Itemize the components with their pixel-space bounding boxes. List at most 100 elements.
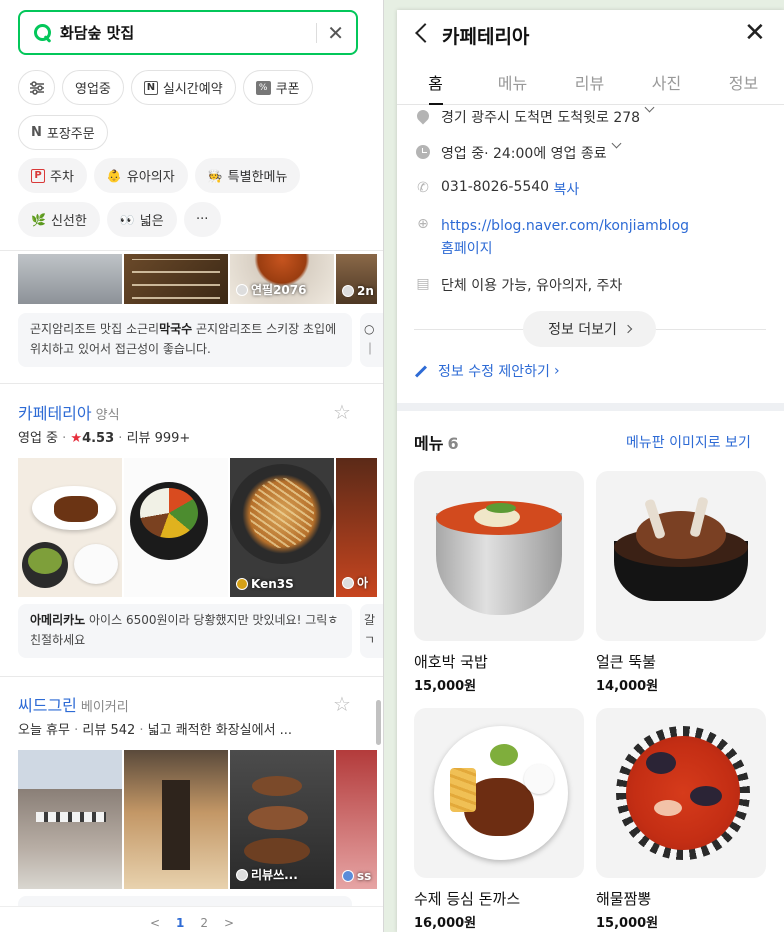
snippet-lead: 곤지암리조트 맛집 소근리 — [30, 322, 160, 336]
place-photo[interactable] — [124, 750, 228, 889]
review-snippet-next[interactable]: ○ ｜ — [360, 313, 383, 367]
results-scrollbar[interactable] — [376, 700, 381, 745]
place-name-link[interactable]: 카페테리아 양식 — [18, 400, 120, 424]
facilities-text: 단체 이용 가능, 유아의자, 주차 — [441, 278, 623, 294]
close-icon[interactable]: ✕ — [744, 20, 766, 46]
photo-credit: ss — [342, 869, 371, 883]
menu-photo — [596, 708, 766, 878]
star-icon: ★ — [70, 431, 83, 446]
menu-item[interactable]: 수제 등심 돈까스 16,000원 — [414, 708, 584, 931]
filter-label: 포장주문 — [46, 127, 95, 142]
menu-item[interactable]: 얼큰 뚝불 14,000원 — [596, 471, 766, 694]
photo-credit: 연필2076 — [236, 281, 306, 298]
filter-settings-button[interactable] — [18, 70, 55, 105]
filter-row-1: 영업중 N 실시간예약 % 쿠폰 — [18, 70, 368, 105]
search-results-panel: 화담숲 맛집 ✕ 영업중 N 실시간예약 % 쿠폰 N 포장주문 P 주차 👶 유아의자 … — [0, 0, 384, 932]
next-page-button[interactable]: > — [224, 916, 234, 932]
filter-spacious[interactable]: 👀 넓은 — [106, 202, 177, 237]
place-photo[interactable]: 2n — [336, 254, 377, 304]
address-row[interactable]: 경기 광주시 도척면 도척윗로 278 — [414, 102, 655, 127]
filter-row-4: 🌿 신선한 👀 넓은 ··· — [18, 202, 368, 237]
clear-icon[interactable]: ✕ — [327, 23, 344, 43]
page-2-button[interactable]: 2 — [200, 916, 208, 932]
website-url-link[interactable]: https://blog.naver.com/konjiamblog — [441, 215, 689, 238]
place-detail-panel: 카페테리아 ✕ 홈 메뉴 리뷰 사진 정보 경기 광주시 도척면 도척윗로 27… — [397, 10, 784, 932]
hours-row[interactable]: 영업 중 · 24:00에 영업 종료 — [414, 138, 622, 163]
divider — [0, 383, 383, 384]
more-info-button[interactable]: 정보 더보기 — [523, 311, 656, 347]
photo-strip: 리뷰쓰... ss — [18, 750, 377, 889]
place-photo[interactable]: Ken3S — [230, 458, 334, 597]
copy-phone-button[interactable]: 복사 — [554, 179, 580, 199]
review-snippet[interactable]: 아메리카노 아이스 6500원이라 당황했지만 맛있네요! 그릭ㅎ 친절하세요 — [18, 604, 352, 658]
place-category: 양식 — [95, 408, 120, 423]
place-photo[interactable] — [18, 458, 122, 597]
place-photo[interactable]: 연필2076 — [230, 254, 334, 304]
menu-name: 애호박 국밥 — [414, 653, 488, 671]
menu-section-title: 메뉴 6 — [414, 430, 459, 454]
place-photo[interactable] — [124, 458, 228, 597]
filter-parking[interactable]: P 주차 — [18, 158, 87, 193]
place-category: 베이커리 — [80, 700, 129, 715]
filter-takeout[interactable]: N 포장주문 — [18, 115, 108, 150]
detail-header: 카페테리아 ✕ — [397, 10, 784, 58]
place-photo[interactable]: 리뷰쓰... — [230, 750, 334, 889]
filter-high-chair[interactable]: 👶 유아의자 — [93, 158, 188, 193]
place-photo[interactable]: ss — [336, 750, 377, 889]
menu-item[interactable]: 애호박 국밥 15,000원 — [414, 471, 584, 694]
clock-icon — [414, 143, 432, 161]
place-name: 씨드그린 — [18, 696, 77, 715]
tab-photos[interactable]: 사진 — [628, 65, 705, 104]
snippet-highlight: 아메리카노 — [30, 613, 86, 627]
filter-open-now[interactable]: 영업중 — [62, 70, 124, 105]
place-name-link[interactable]: 씨드그린 베이커리 — [18, 692, 129, 716]
building-icon: ▤ — [416, 276, 430, 292]
page-1-button[interactable]: 1 — [176, 916, 184, 932]
photo-credit: 아 — [342, 574, 368, 591]
filter-label: 실시간예약 — [162, 82, 223, 97]
phone-icon: ✆ — [417, 180, 429, 196]
back-icon[interactable] — [414, 22, 428, 44]
place-photo[interactable]: 아 — [336, 458, 377, 597]
open-status: 오늘 휴무 — [18, 723, 70, 738]
credit-name: 2n — [357, 284, 374, 298]
coupon-icon: % — [255, 80, 271, 95]
tab-info[interactable]: 정보 — [705, 65, 782, 104]
review-snippet-next[interactable]: 갈ㄱ — [360, 604, 383, 658]
tab-menu[interactable]: 메뉴 — [474, 65, 551, 104]
chevron-down-icon — [611, 138, 622, 149]
tab-home[interactable]: 홈 — [397, 65, 474, 105]
avatar — [236, 868, 248, 881]
review-snippet[interactable]: 곤지암리조트 맛집 소근리막국수 곤지암리조트 스키장 초입에 위치하고 있어서… — [18, 313, 352, 367]
snippet-clipped: 갈ㄱ — [364, 613, 376, 647]
address-text: 경기 광주시 도척면 도척윗로 278 — [441, 110, 641, 126]
filter-coupon[interactable]: % 쿠폰 — [242, 70, 313, 105]
menu-count: 6 — [447, 434, 459, 453]
place-photo[interactable] — [124, 254, 228, 304]
detail-title: 카페테리아 — [442, 26, 530, 48]
more-filters-button[interactable]: ··· — [183, 202, 221, 237]
credit-name: ss — [357, 869, 372, 883]
menu-photo — [414, 471, 584, 641]
save-star-icon[interactable]: ☆ — [333, 400, 351, 424]
review-count: 리뷰 542 — [82, 723, 136, 738]
more-info-label: 정보 더보기 — [548, 322, 617, 338]
place-photo[interactable] — [18, 254, 122, 304]
menu-images-link[interactable]: 메뉴판 이미지로 보기 — [626, 432, 751, 452]
rating: 4.53 — [82, 431, 115, 446]
search-input[interactable]: 화담숲 맛집 — [60, 22, 316, 43]
credit-name: 아 — [357, 576, 369, 590]
menu-item[interactable]: 해물짬뽕 15,000원 — [596, 708, 766, 931]
place-photo[interactable] — [18, 750, 122, 889]
filter-realtime-booking[interactable]: N 실시간예약 — [130, 70, 236, 105]
phone-row: ✆ 031-8026-5540 복사 — [414, 179, 579, 199]
suggest-edit-link[interactable]: 정보 수정 제안하기 › — [414, 361, 560, 381]
divider — [0, 250, 383, 251]
tab-reviews[interactable]: 리뷰 — [551, 65, 628, 104]
homepage-link[interactable]: 홈페이지 — [441, 238, 689, 261]
search-box[interactable]: 화담숲 맛집 ✕ — [18, 10, 358, 55]
save-star-icon[interactable]: ☆ — [333, 692, 351, 716]
prev-page-button[interactable]: < — [150, 916, 160, 932]
filter-fresh[interactable]: 🌿 신선한 — [18, 202, 100, 237]
filter-special-menu[interactable]: 🧑‍🍳 특별한메뉴 — [194, 158, 301, 193]
